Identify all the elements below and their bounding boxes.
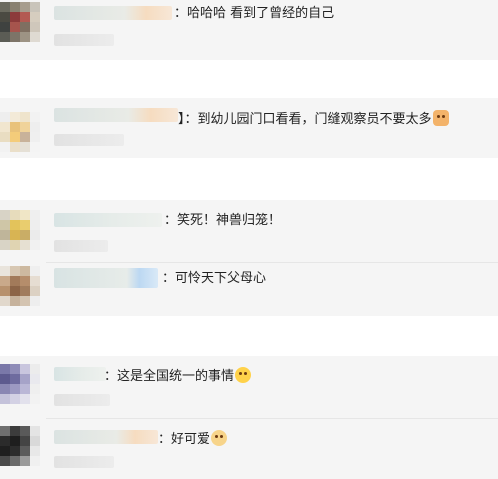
comment-text: ：可怜天下父母心 <box>162 271 266 287</box>
comment-card: ：这是全国统一的事情 ：好可爱 <box>0 356 498 479</box>
comment-text: ：笑死！神兽归笼！ <box>164 213 281 229</box>
username-blurred[interactable] <box>54 268 158 288</box>
divider <box>46 262 498 263</box>
comment-text: ：哈哈哈 看到了曾经的自己 <box>174 6 334 22</box>
comment-card: ：笑死！神兽归笼！ ：可怜天下父母心 <box>0 200 498 316</box>
meta-blurred <box>54 394 110 406</box>
avatar[interactable] <box>0 210 40 250</box>
cat-face-icon <box>432 110 449 126</box>
comment-text-content: ：笑死！神兽归笼！ <box>164 213 282 228</box>
avatar[interactable] <box>0 266 40 306</box>
avatar[interactable] <box>0 2 40 42</box>
comment-text: 】：到幼儿园门口看看，门缝观察员不要太多 <box>178 110 449 128</box>
username-blurred[interactable] <box>54 6 172 20</box>
laughing-face-icon <box>235 367 252 383</box>
comment-card: ：哈哈哈 看到了曾经的自己 <box>0 0 498 60</box>
username-blurred[interactable] <box>54 430 158 444</box>
username-blurred[interactable] <box>54 213 162 227</box>
username-blurred[interactable] <box>54 367 106 381</box>
meta-blurred <box>54 456 114 468</box>
comment-card: 】：到幼儿园门口看看，门缝观察员不要太多 <box>0 98 498 158</box>
username-blurred[interactable] <box>54 108 178 122</box>
comment-text-content: ：这是全国统一的事情 <box>104 369 235 384</box>
avatar[interactable] <box>0 426 40 466</box>
comment-text-content: ：哈哈哈 看到了曾经的自己 <box>174 6 335 21</box>
meta-blurred <box>54 240 108 252</box>
avatar[interactable] <box>0 364 40 404</box>
meta-blurred <box>54 34 114 46</box>
comment-text: ：这是全国统一的事情 <box>104 367 252 385</box>
meta-blurred <box>54 134 124 146</box>
comment-text-content: 】：到幼儿园门口看看，门缝观察员不要太多 <box>178 112 432 127</box>
avatar[interactable] <box>0 112 40 152</box>
dog-face-icon <box>211 430 228 446</box>
comment-text-content: ：好可爱 <box>158 432 211 447</box>
comment-text-content: ：可怜天下父母心 <box>162 271 267 286</box>
divider <box>46 418 498 419</box>
comment-text: ：好可爱 <box>158 430 228 448</box>
